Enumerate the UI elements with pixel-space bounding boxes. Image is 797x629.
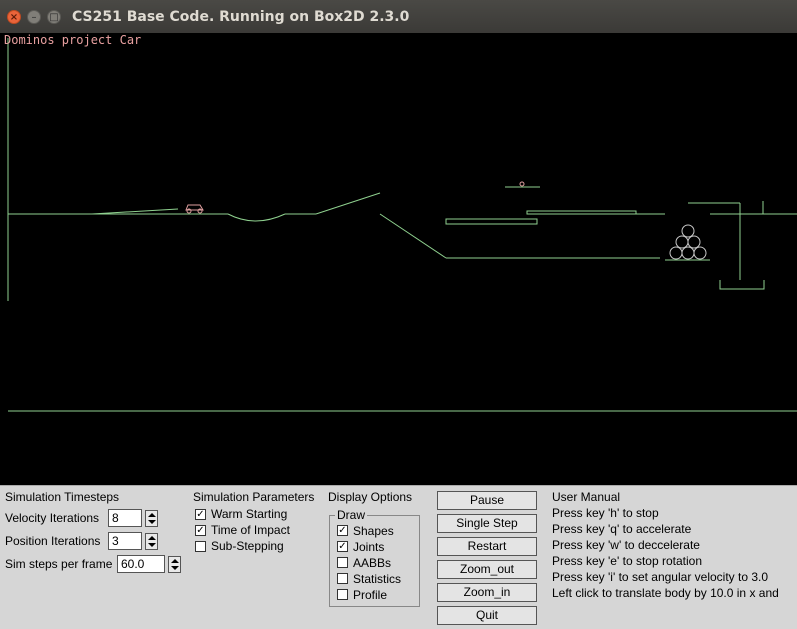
ball xyxy=(681,246,695,260)
ball xyxy=(693,246,707,260)
spin-down-icon xyxy=(148,543,156,547)
position-iterations-input[interactable]: 3 xyxy=(108,532,142,550)
warm-starting-checkbox[interactable]: ✓ xyxy=(195,509,206,520)
joints-checkbox[interactable]: ✓ xyxy=(337,541,348,552)
spin-up-icon xyxy=(148,536,156,540)
velocity-iterations-stepper[interactable] xyxy=(145,510,158,527)
joints-label: Joints xyxy=(353,540,385,554)
window-titlebar[interactable]: × – □ CS251 Base Code. Running on Box2D … xyxy=(0,0,797,33)
simulation-scene[interactable] xyxy=(0,33,797,485)
spin-up-icon xyxy=(171,559,179,563)
aabbs-checkbox[interactable] xyxy=(337,557,348,568)
user-manual-heading: User Manual xyxy=(552,490,621,504)
ramp-small xyxy=(91,208,179,215)
zoom-in-button[interactable]: Zoom_in xyxy=(437,583,537,602)
sim-steps-stepper[interactable] xyxy=(168,556,181,573)
spin-down-icon xyxy=(148,520,156,524)
control-panel: Simulation Timesteps Velocity Iterations… xyxy=(0,485,797,629)
spin-up-icon xyxy=(148,513,156,517)
shapes-label: Shapes xyxy=(353,524,394,538)
restart-button[interactable]: Restart xyxy=(437,537,537,556)
pause-button[interactable]: Pause xyxy=(437,491,537,510)
time-of-impact-label: Time of Impact xyxy=(211,523,290,537)
manual-line: Press key 'i' to set angular velocity to… xyxy=(552,570,769,584)
aabbs-label: AABBs xyxy=(353,556,392,570)
minimize-window-button[interactable]: – xyxy=(27,10,41,24)
statistics-checkbox[interactable] xyxy=(337,573,348,584)
ball xyxy=(669,246,683,260)
seesaw-ball xyxy=(519,181,525,187)
window-title: CS251 Base Code. Running on Box2D 2.3.0 xyxy=(72,9,410,25)
sim-steps-input[interactable]: 60.0 xyxy=(117,555,165,573)
scene-label: Dominos project Car xyxy=(4,33,142,47)
warm-starting-label: Warm Starting xyxy=(211,507,288,521)
profile-label: Profile xyxy=(353,588,388,602)
ramp-down xyxy=(379,213,447,259)
manual-line: Press key 'w' to deccelerate xyxy=(552,538,700,552)
parameters-heading: Simulation Parameters xyxy=(193,490,315,504)
velocity-iterations-label: Velocity Iterations xyxy=(5,511,100,525)
sub-stepping-checkbox[interactable] xyxy=(195,541,206,552)
spin-down-icon xyxy=(171,566,179,570)
velocity-iterations-input[interactable]: 8 xyxy=(108,509,142,527)
close-window-button[interactable]: × xyxy=(7,10,21,24)
manual-line: Press key 'q' to accelerate xyxy=(552,522,692,536)
simulation-canvas[interactable]: Dominos project Car xyxy=(0,33,797,485)
statistics-label: Statistics xyxy=(353,572,402,586)
zoom-out-button[interactable]: Zoom_out xyxy=(437,560,537,579)
manual-line: Press key 'h' to stop xyxy=(552,506,659,520)
sub-stepping-label: Sub-Stepping xyxy=(211,539,284,553)
shapes-checkbox[interactable]: ✓ xyxy=(337,525,348,536)
ball xyxy=(687,235,701,249)
manual-line: Press key 'e' to stop rotation xyxy=(552,554,702,568)
sim-steps-label: Sim steps per frame xyxy=(5,557,113,571)
profile-checkbox[interactable] xyxy=(337,589,348,600)
thin-platform xyxy=(526,210,637,215)
bucket xyxy=(719,280,765,290)
single-step-button[interactable]: Single Step xyxy=(437,514,537,533)
position-iterations-stepper[interactable] xyxy=(145,533,158,550)
ground-dip xyxy=(227,213,286,222)
manual-line: Left click to translate body by 10.0 in … xyxy=(552,586,779,600)
ball xyxy=(681,224,695,238)
time-of-impact-checkbox[interactable]: ✓ xyxy=(195,525,206,536)
position-iterations-label: Position Iterations xyxy=(5,534,101,548)
display-options-heading: Display Options xyxy=(328,490,413,504)
ball xyxy=(675,235,689,249)
maximize-window-button[interactable]: □ xyxy=(47,10,61,24)
draw-group-label: Draw xyxy=(335,508,368,522)
timesteps-heading: Simulation Timesteps xyxy=(5,490,120,504)
green-platform xyxy=(445,218,538,225)
ramp-up xyxy=(315,192,381,215)
quit-button[interactable]: Quit xyxy=(437,606,537,625)
